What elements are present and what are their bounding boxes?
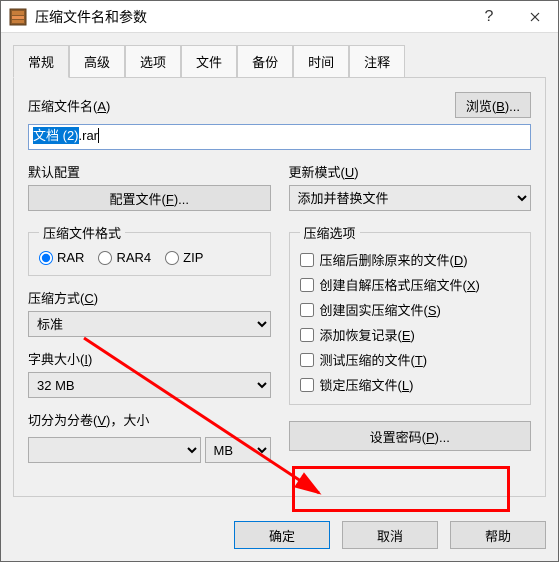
annotation-highlight: [292, 466, 510, 512]
tab-general[interactable]: 常规: [13, 45, 69, 78]
format-rar4[interactable]: RAR4: [98, 250, 151, 265]
help-button[interactable]: ?: [466, 1, 512, 33]
tab-comment[interactable]: 注释: [349, 45, 405, 78]
method-label: 压缩方式(C): [28, 291, 98, 306]
opt-sfx[interactable]: 创建自解压格式压缩文件(X): [300, 275, 521, 294]
format-legend: 压缩文件格式: [39, 223, 125, 242]
app-icon: [9, 8, 27, 26]
help-button-footer[interactable]: 帮助: [450, 521, 546, 549]
ok-button[interactable]: 确定: [234, 521, 330, 549]
tab-options[interactable]: 选项: [125, 45, 181, 78]
opt-delete-after[interactable]: 压缩后删除原来的文件(D): [300, 250, 521, 269]
dict-select[interactable]: 32 MB: [28, 372, 271, 398]
format-rar[interactable]: RAR: [39, 250, 84, 265]
tab-advanced[interactable]: 高级: [69, 45, 125, 78]
tab-files[interactable]: 文件: [181, 45, 237, 78]
opt-test[interactable]: 测试压缩的文件(T): [300, 350, 521, 369]
format-group: 压缩文件格式 RAR RAR4 ZIP: [28, 223, 271, 276]
options-legend: 压缩选项: [300, 223, 360, 242]
close-icon: [530, 12, 540, 22]
profile-button[interactable]: 配置文件(F)...: [28, 185, 271, 211]
profile-label: 默认配置: [28, 162, 271, 181]
tab-panel: 压缩文件名(A) 浏览(B)... 文档 (2).rar 默认配置 配置文件(F…: [13, 77, 546, 497]
method-select[interactable]: 标准: [28, 311, 271, 337]
format-zip[interactable]: ZIP: [165, 250, 203, 265]
tab-time[interactable]: 时间: [293, 45, 349, 78]
split-unit-select[interactable]: MB: [205, 437, 271, 463]
update-mode-select[interactable]: 添加并替换文件: [289, 185, 532, 211]
titlebar: 压缩文件名和参数 ?: [1, 1, 558, 33]
cancel-button[interactable]: 取消: [342, 521, 438, 549]
update-label: 更新模式(U): [289, 162, 532, 181]
opt-recovery[interactable]: 添加恢复记录(E): [300, 325, 521, 344]
opt-solid[interactable]: 创建固实压缩文件(S): [300, 300, 521, 319]
split-label: 切分为分卷(V)，大小: [28, 413, 149, 428]
browse-button[interactable]: 浏览(B)...: [455, 92, 531, 118]
tab-backup[interactable]: 备份: [237, 45, 293, 78]
window-title: 压缩文件名和参数: [35, 7, 466, 27]
close-button[interactable]: [512, 1, 558, 33]
dialog-window: 压缩文件名和参数 ? 常规 高级 选项 文件 备份 时间 注释 压缩文件名(A)…: [0, 0, 559, 562]
opt-lock[interactable]: 锁定压缩文件(L): [300, 375, 521, 394]
dict-label: 字典大小(I): [28, 352, 92, 367]
tab-strip: 常规 高级 选项 文件 备份 时间 注释: [13, 45, 546, 78]
dialog-footer: 确定 取消 帮助: [1, 509, 558, 561]
set-password-button[interactable]: 设置密码(P)...: [289, 421, 532, 451]
split-size-select[interactable]: [28, 437, 201, 463]
options-group: 压缩选项 压缩后删除原来的文件(D) 创建自解压格式压缩文件(X) 创建固实压缩…: [289, 223, 532, 405]
filename-label: 压缩文件名(A): [28, 96, 110, 115]
filename-input[interactable]: 文档 (2).rar: [28, 124, 531, 150]
